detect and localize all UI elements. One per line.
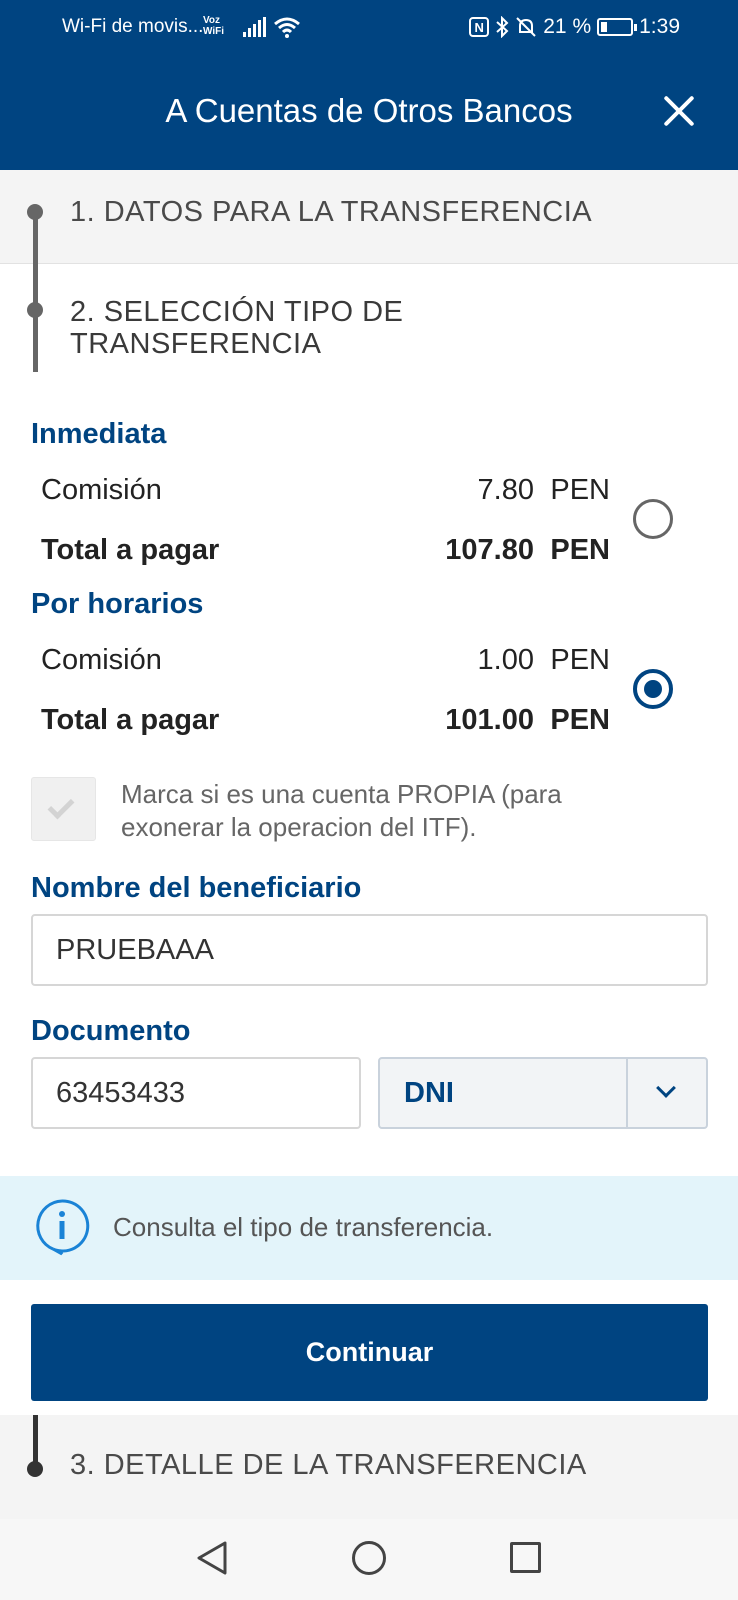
app-header: Wi-Fi de movis... Voz WiFi N 21 % 1:39 A… xyxy=(0,0,738,170)
voz-wifi-bottom: WiFi xyxy=(203,26,225,37)
total-amount: 107.80 PEN xyxy=(380,534,610,567)
nfc-icon: N xyxy=(469,17,490,37)
commission-label: Comisión xyxy=(41,644,162,676)
total-value: 107.80 xyxy=(445,534,534,566)
step-3-title: 3. DETALLE DE LA TRANSFERENCIA xyxy=(70,1449,587,1481)
radio-dot xyxy=(644,680,662,698)
commission-label: Comisión xyxy=(41,474,162,506)
own-account-label-line1: Marca si es una cuenta PROPIA (para xyxy=(121,779,562,809)
close-icon[interactable] xyxy=(662,93,698,129)
signal-icon xyxy=(243,17,266,37)
total-value: 101.00 xyxy=(445,704,534,736)
option-inmediata-title: Inmediata xyxy=(31,418,167,450)
status-bar: Wi-Fi de movis... Voz WiFi N 21 % 1:39 xyxy=(0,0,738,56)
step-dot xyxy=(27,302,43,318)
step-1-title: 1. DATOS PARA LA TRANSFERENCIA xyxy=(70,196,593,228)
total-label: Total a pagar xyxy=(41,534,220,566)
option-por-horarios-title: Por horarios xyxy=(31,588,204,620)
battery-icon xyxy=(597,18,638,36)
status-right: N 21 % 1:39 xyxy=(469,15,680,39)
step-dot xyxy=(27,1461,43,1477)
clock: 1:39 xyxy=(639,15,680,38)
home-icon[interactable] xyxy=(352,1541,386,1575)
voz-wifi-top: Voz xyxy=(203,15,221,26)
step-line xyxy=(33,264,38,372)
wifi-icon xyxy=(274,17,300,38)
carrier-label: Wi-Fi de movis... xyxy=(62,16,204,37)
info-banner[interactable]: Consulta el tipo de transferencia. xyxy=(0,1176,738,1280)
own-account-label: Marca si es una cuenta PROPIA (para exon… xyxy=(121,778,621,844)
radio-por-horarios[interactable] xyxy=(633,669,673,709)
beneficiary-label: Nombre del beneficiario xyxy=(31,872,362,904)
step-2-title-line2: TRANSFERENCIA xyxy=(70,328,322,360)
commission-value: 1.00 xyxy=(477,644,534,676)
step-line xyxy=(33,1415,38,1465)
step-2-title: 2. SELECCIÓN TIPO DE TRANSFERENCIA xyxy=(70,296,403,360)
total-currency: PEN xyxy=(550,704,610,736)
step-1-header[interactable]: 1. DATOS PARA LA TRANSFERENCIA xyxy=(0,170,738,264)
document-label: Documento xyxy=(31,1015,191,1047)
commission-amount: 1.00 PEN xyxy=(380,644,610,677)
commission-value: 7.80 xyxy=(477,474,534,506)
select-divider xyxy=(626,1059,628,1127)
own-account-label-line2: exonerar la operacion del ITF). xyxy=(121,812,477,842)
radio-inmediata[interactable] xyxy=(633,499,673,539)
system-nav-bar xyxy=(0,1519,738,1600)
recent-apps-icon[interactable] xyxy=(510,1542,541,1573)
step-dot xyxy=(27,204,43,220)
page-title: A Cuentas de Otros Bancos xyxy=(165,92,573,129)
step-2-title-line1: 2. SELECCIÓN TIPO DE xyxy=(70,296,404,328)
bluetooth-icon xyxy=(496,16,509,38)
document-type-value: DNI xyxy=(404,1077,454,1109)
commission-currency: PEN xyxy=(550,644,610,676)
chevron-down-icon xyxy=(656,1078,676,1098)
beneficiary-input[interactable]: PRUEBAAA xyxy=(31,914,708,986)
battery-fill xyxy=(601,22,608,32)
step-2-header: 2. SELECCIÓN TIPO DE TRANSFERENCIA xyxy=(0,264,738,384)
checkmark-icon xyxy=(47,792,75,820)
mute-icon xyxy=(516,17,536,37)
commission-amount: 7.80 PEN xyxy=(380,474,610,507)
info-text: Consulta el tipo de transferencia. xyxy=(113,1212,494,1242)
info-icon xyxy=(36,1199,90,1256)
document-number-input[interactable]: 63453433 xyxy=(31,1057,361,1129)
document-type-select[interactable]: DNI xyxy=(378,1057,708,1129)
commission-currency: PEN xyxy=(550,474,610,506)
total-currency: PEN xyxy=(550,534,610,566)
total-amount: 101.00 PEN xyxy=(380,704,610,737)
own-account-checkbox[interactable] xyxy=(31,777,96,841)
voz-wifi-icon: Voz WiFi xyxy=(203,15,224,37)
continue-button[interactable]: Continuar xyxy=(31,1304,708,1401)
step-3-header[interactable]: 3. DETALLE DE LA TRANSFERENCIA xyxy=(0,1415,738,1519)
total-label: Total a pagar xyxy=(41,704,220,736)
battery-percent: 21 % xyxy=(543,15,592,38)
back-icon[interactable] xyxy=(195,1540,229,1576)
